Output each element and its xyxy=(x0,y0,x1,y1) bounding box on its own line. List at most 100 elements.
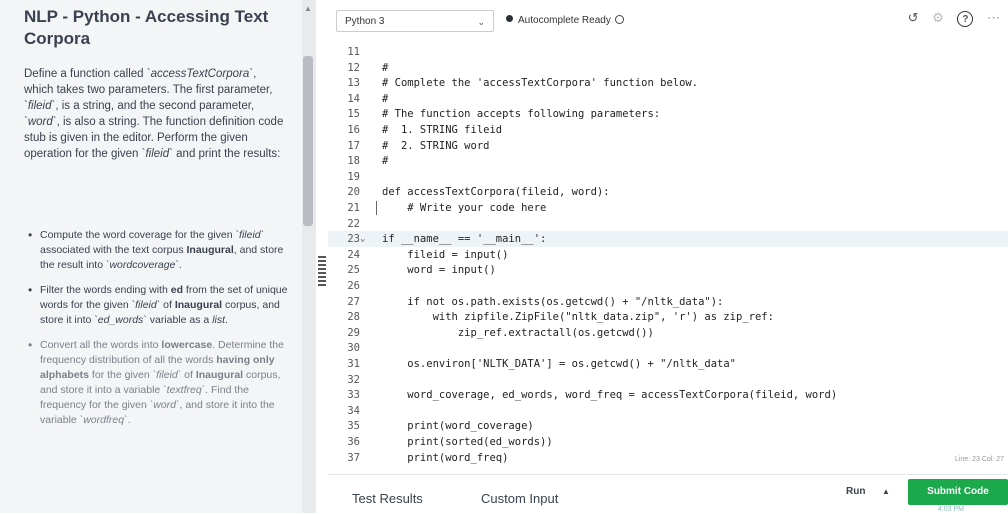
scroll-up-icon[interactable]: ▲ xyxy=(303,4,313,14)
code-text: if not os.path.exists(os.getcwd() + "/nl… xyxy=(382,295,724,308)
code-line[interactable]: 19 xyxy=(328,169,1008,185)
code-line[interactable]: 20 def accessTextCorpora(fileid, word): xyxy=(328,184,1008,200)
text-run: `ed_words` xyxy=(94,314,147,326)
code-line[interactable]: 37 print(word_freq) xyxy=(328,450,1008,466)
problem-description: Define a function called `accessTextCorp… xyxy=(24,66,286,162)
editor-toolbar: Python 3 ⌄ Autocomplete Ready ↺ ⚙ ? ⋯ xyxy=(328,0,1008,45)
code-line[interactable]: 11 xyxy=(328,44,1008,60)
line-number: 30 xyxy=(347,342,360,355)
line-number: 33 xyxy=(347,389,360,402)
code-line[interactable]: 14 # xyxy=(328,91,1008,107)
caret-up-icon[interactable]: ▲ xyxy=(882,479,890,505)
code-line[interactable]: 25 word = input() xyxy=(328,262,1008,278)
code-text: # Complete the 'accessTextCorpora' funct… xyxy=(382,77,699,90)
panel-resize-handle[interactable] xyxy=(318,256,326,286)
text-run: ed xyxy=(170,284,183,296)
bottom-bar: Test Results Custom Input Run ▲ Submit C… xyxy=(328,474,1008,514)
reset-icon[interactable]: ↺ xyxy=(908,10,919,26)
code-text: word_coverage, ed_words, word_freq = acc… xyxy=(382,389,838,402)
code-text: # xyxy=(382,61,389,74)
problem-title: NLP - Python - Accessing Text Corpora xyxy=(24,7,269,48)
code-line[interactable]: 26 xyxy=(328,278,1008,294)
code-line[interactable]: 30 xyxy=(328,340,1008,356)
line-number: 14 xyxy=(347,92,360,105)
code-text: # 2. STRING word xyxy=(382,139,490,152)
task-item: Filter the words ending with ed from the… xyxy=(24,283,288,328)
code-text: if __name__ == '__main__': xyxy=(382,233,547,246)
code-text: def accessTextCorpora(fileid, word): xyxy=(382,186,610,199)
tab-test-results[interactable]: Test Results xyxy=(352,491,423,506)
autocomplete-status[interactable]: Autocomplete Ready xyxy=(506,15,624,26)
line-number: 36 xyxy=(347,436,360,448)
text-run: `wordcoverage` xyxy=(105,259,179,271)
text-run: list xyxy=(212,314,226,326)
fold-chevron-icon[interactable]: ⌄ xyxy=(360,231,365,247)
cursor-position: Line: 23 Col: 27 xyxy=(954,456,1004,463)
code-line[interactable]: 21 # Write your code here xyxy=(328,200,1008,216)
text-run: for the given xyxy=(89,369,153,381)
text-run: Inaugural xyxy=(195,369,244,381)
text-run: `wordfreq` xyxy=(79,414,128,426)
code-line[interactable]: 27 if not os.path.exists(os.getcwd() + "… xyxy=(328,294,1008,310)
code-line[interactable]: 15 # The function accepts following param… xyxy=(328,106,1008,122)
text-run: of xyxy=(181,369,196,381)
code-line[interactable]: 31 os.environ['NLTK_DATA'] = os.getcwd()… xyxy=(328,356,1008,372)
task-list: Compute the word coverage for the given … xyxy=(24,228,288,438)
code-text: # 1. STRING fileid xyxy=(382,124,503,136)
chevron-down-icon: ⌄ xyxy=(477,17,485,27)
code-line[interactable]: 36 print(sorted(ed_words)) xyxy=(328,434,1008,450)
code-line[interactable]: 16 # 1. STRING fileid xyxy=(328,122,1008,138)
code-line[interactable]: 34 xyxy=(328,403,1008,419)
code-line[interactable]: 32 xyxy=(328,372,1008,388)
code-line[interactable]: 13 # Complete the 'accessTextCorpora' fun… xyxy=(328,75,1008,91)
code-line[interactable]: 28 with zipfile.ZipFile("nltk_data.zip",… xyxy=(328,309,1008,325)
text-run: of xyxy=(160,299,175,311)
text-run: variable as a xyxy=(146,314,213,326)
code-text: os.environ['NLTK_DATA'] = os.getcwd() + … xyxy=(382,358,737,370)
code-line[interactable]: 12 # xyxy=(328,60,1008,76)
line-number: 18 xyxy=(347,155,360,168)
code-line[interactable]: 35 print(word_coverage) xyxy=(328,418,1008,434)
line-number: 27 xyxy=(347,295,360,308)
text-run: `textfreq` xyxy=(163,384,206,396)
code-line[interactable]: 17 # 2. STRING word xyxy=(328,138,1008,154)
code-line[interactable]: 22 xyxy=(328,216,1008,232)
language-select[interactable]: Python 3 ⌄ xyxy=(336,10,494,32)
code-line[interactable]: 33 word_coverage, ed_words, word_freq = … xyxy=(328,387,1008,403)
code-text: # xyxy=(382,155,389,168)
code-text: print(word_coverage) xyxy=(382,420,534,433)
line-number: 32 xyxy=(347,373,360,386)
task-item: Convert all the words into lowercase. De… xyxy=(24,338,288,428)
submit-code-button[interactable]: Submit Code xyxy=(908,479,1008,505)
tab-custom-input[interactable]: Custom Input xyxy=(481,491,558,506)
more-icon[interactable]: ⋯ xyxy=(987,10,1000,26)
run-button[interactable]: Run ▲ xyxy=(828,479,906,505)
help-icon[interactable]: ? xyxy=(957,11,974,27)
text-run: Inaugural xyxy=(174,299,223,311)
text-run: fileid xyxy=(27,100,52,112)
text-run: Define a function called xyxy=(24,68,147,80)
line-number: 26 xyxy=(347,280,360,292)
code-line[interactable]: 23 ⌄ if __name__ == '__main__': xyxy=(328,231,1008,248)
code-line[interactable]: 29 zip_ref.extractall(os.getcwd()) xyxy=(328,325,1008,341)
line-number: 29 xyxy=(347,326,360,339)
line-number: 15 xyxy=(347,108,360,121)
line-number: 34 xyxy=(347,404,360,417)
status-dot-icon xyxy=(506,15,513,22)
code-line[interactable]: 24 fileid = input() xyxy=(328,247,1008,263)
settings-icon[interactable]: ⚙ xyxy=(932,10,944,26)
line-number: 37 xyxy=(347,451,360,464)
text-run: Convert all the words into xyxy=(40,339,162,351)
text-run: fileid xyxy=(145,148,170,160)
text-run: `fileid` xyxy=(131,299,161,311)
code-text: word = input() xyxy=(382,264,496,277)
line-number: 22 xyxy=(347,217,360,230)
code-editor[interactable]: 11 12 #13 # Complete the 'accessTextCorpora… xyxy=(328,44,1008,464)
text-cursor xyxy=(376,201,377,215)
line-number: 13 xyxy=(347,77,360,90)
info-icon[interactable] xyxy=(614,15,624,24)
problem-scrollbar-thumb[interactable] xyxy=(303,56,313,226)
text-run: Filter the words ending with xyxy=(40,284,171,296)
code-text: # The function accepts following paramet… xyxy=(382,108,661,121)
code-line[interactable]: 18 # xyxy=(328,153,1008,169)
